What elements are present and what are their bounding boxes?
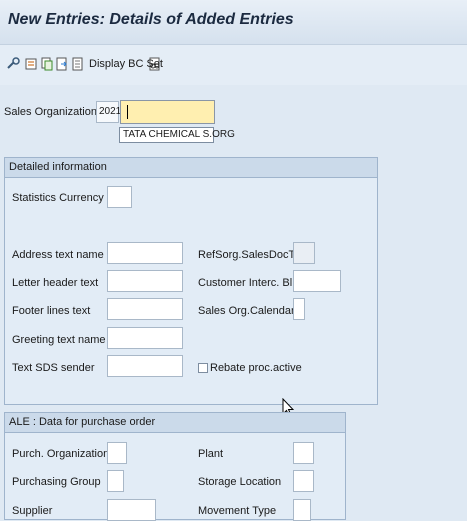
footer-lines-text-label: Footer lines text [12,305,91,317]
customer-interc-bl-field[interactable] [293,270,341,292]
sales-org-name-input[interactable] [120,100,215,124]
letter-header-text-field[interactable] [107,270,183,292]
text-cursor [127,105,128,119]
toolbar [0,45,467,85]
text-sds-sender-label: Text SDS sender [12,362,95,374]
refsorg-salesdoctype-field[interactable] [293,242,315,264]
plant-field[interactable] [293,442,314,464]
settings-icon[interactable] [6,57,20,71]
sales-org-field[interactable]: 2021 [96,101,121,123]
customer-interc-bl-label: Customer Interc. Bl. [198,277,296,289]
supplier-field[interactable] [107,499,156,521]
export-icon[interactable] [55,57,69,71]
window-title: New Entries: Details of Added Entries [8,11,294,28]
movement-type-label: Movement Type [198,505,277,517]
display-bc-set-button[interactable]: Display BC Set [89,58,163,70]
rebate-proc-active-checkbox[interactable] [198,363,208,373]
greeting-text-name-field[interactable] [107,327,183,349]
title-bar: New Entries: Details of Added Entries [0,0,467,45]
supplier-label: Supplier [12,505,53,517]
suggestion-dropdown[interactable]: TATA CHEMICAL S.ORG [119,127,235,143]
letter-header-text-label: Letter header text [12,277,99,289]
storage-location-label: Storage Location [198,476,282,488]
address-text-name-field[interactable] [107,242,183,264]
document-icon[interactable] [71,57,85,71]
sales-org-label: Sales Organization [4,106,97,118]
list-icon[interactable] [24,57,38,71]
ale-purchase-order-title: ALE : Data for purchase order [9,416,156,428]
sales-org-calendar-label: Sales Org.Calendar [198,305,295,317]
copy-icon[interactable] [40,57,54,71]
statistics-currency-field[interactable] [107,186,132,208]
text-sds-sender-field[interactable] [107,355,183,377]
storage-location-field[interactable] [293,470,314,492]
purch-organization-label: Purch. Organization [12,448,110,460]
purchasing-group-field[interactable] [107,470,124,492]
footer-lines-text-field[interactable] [107,298,183,320]
rebate-proc-active-label: Rebate proc.active [210,362,302,374]
sales-org-calendar-field[interactable] [293,298,305,320]
movement-type-field[interactable] [293,499,311,521]
address-text-name-label: Address text name [12,249,104,261]
greeting-text-name-label: Greeting text name [12,334,106,346]
purch-organization-field[interactable] [107,442,127,464]
purchasing-group-label: Purchasing Group [12,476,101,488]
plant-label: Plant [198,448,224,460]
suggestion-item[interactable]: TATA CHEMICAL S.ORG [123,129,235,140]
statistics-currency-label: Statistics Currency [12,192,104,204]
detailed-information-title: Detailed information [9,161,107,173]
